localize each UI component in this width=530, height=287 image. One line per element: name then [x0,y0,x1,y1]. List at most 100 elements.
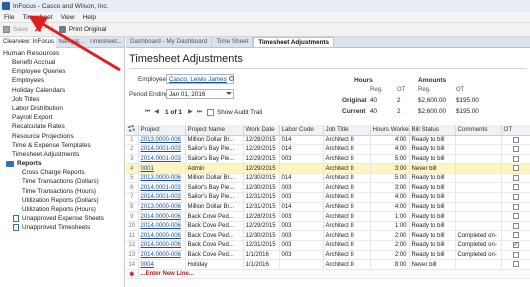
col-job-title[interactable]: Job Title [323,125,371,136]
hours-cell[interactable]: 2:00 [370,240,410,251]
ot-checkbox[interactable] [512,155,519,162]
hours-cell[interactable]: 4:00 [370,202,410,213]
ot-checkbox[interactable] [512,136,519,143]
work-date-cell[interactable]: 12/29/2015 [243,163,280,174]
hours-cell[interactable]: 1:00 [370,211,410,222]
ot-cell[interactable] [501,259,530,270]
labor-code-cell[interactable] [279,163,324,174]
project-cell[interactable]: 2014.0001-003 [138,154,186,165]
project-name-cell[interactable]: Holiday [185,259,244,270]
ot-checkbox[interactable] [512,232,519,239]
last-page-icon[interactable]: ⏭ [195,108,204,117]
col-bill-status[interactable]: Bill Status [409,125,456,136]
bill-status-cell[interactable]: Ready to bill [409,182,456,194]
job-title-cell[interactable]: Architect II [323,173,371,184]
work-date-cell[interactable]: 12/29/2015 [243,221,280,232]
sidebar-item-timesheet-adjustments[interactable]: Timesheet Adjustments [0,150,124,159]
col-ot[interactable]: OT [501,125,530,136]
project-link[interactable]: 0004 [141,262,154,268]
job-title-cell[interactable]: Architect II [323,221,371,232]
project-name-cell[interactable]: Sailor's Bay Pie... [185,154,244,165]
comments-cell[interactable] [455,154,502,165]
table-row[interactable]: 2 2014.0001-003 Sailor's Bay Pie... 12/28/2… [126,144,530,155]
col-project-name[interactable]: Project Name [185,125,244,136]
project-cell[interactable]: 2014.0001-003 [138,192,186,203]
project-cell[interactable]: 2014.0000-006 [138,230,186,242]
col-comments[interactable]: Comments [455,125,502,136]
table-row[interactable]: 4 0001 Admin 12/29/2015 Architect II 3:00 Neve… [126,163,530,174]
sidebar-item-employee-queries[interactable]: Employee Queries [0,67,124,76]
project-cell[interactable]: 2013.0000-006 [138,173,186,184]
employee-field[interactable]: Casco, Lewis James [166,74,234,84]
job-title-cell[interactable]: Architect II [323,192,371,203]
ot-cell[interactable] [501,250,530,261]
sidebar-item-recalculate-rates[interactable]: Recalculate Rates [0,122,124,131]
row-number[interactable]: 3 [126,154,139,165]
work-date-cell[interactable]: 12/31/2015 [243,240,280,251]
hours-cell[interactable]: 4:00 [370,192,410,203]
bill-status-cell[interactable]: Ready to bill [409,221,456,232]
hours-cell[interactable]: 3:00 [370,163,410,174]
project-name-cell[interactable]: Sailor's Bay Pie... [185,182,244,194]
sidebar-report-util-dollars[interactable]: Utilization Reports (Dollars) [0,196,124,205]
search-icon[interactable] [229,76,234,81]
comments-cell[interactable] [455,135,502,146]
bill-status-cell[interactable]: Ready to bill [409,173,456,184]
work-date-cell[interactable]: 12/29/2015 [243,154,280,165]
sidebar-item-job-titles[interactable]: Job Titles [0,95,124,104]
comments-cell[interactable] [455,173,502,184]
bill-status-cell[interactable]: Ready to bill [409,211,456,222]
ot-cell[interactable] [501,182,530,194]
labor-code-cell[interactable]: 003 [279,154,324,165]
row-number[interactable]: 4 [126,163,139,174]
sidebar-item-benefit-accrual[interactable]: Benefit Accrual [0,58,124,67]
sidebar-tab-navigator[interactable]: Navigat... [56,39,87,45]
comments-cell[interactable]: Completed on- [455,230,502,242]
row-number[interactable]: 2 [126,144,139,155]
table-row[interactable]: 1 2013.0000-006 Million Dollar Br... 12/28/… [126,135,530,146]
enter-new-line[interactable]: ...Enter New Line... [138,269,530,280]
project-name-cell[interactable]: Million Dollar Br... [185,135,244,146]
table-row[interactable]: 13 2014.0000-006 Back Cove Ped... 1/1/2016 0… [126,250,530,261]
sidebar-report-unapproved-expense[interactable]: Unapproved Expense Sheets [0,214,124,223]
sidebar-tab-timesheet[interactable]: Timesheet... [86,39,124,45]
comments-cell[interactable] [455,221,502,232]
sidebar-report-unapproved-timesheets[interactable]: Unapproved Timesheets [0,223,124,232]
sidebar-reports-folder[interactable]: Reports [0,159,124,168]
ot-checkbox[interactable] [512,194,519,201]
project-cell[interactable]: 2014.0000-006 [138,211,186,222]
col-hours-worked[interactable]: Hours Worked [370,125,410,136]
ot-checkbox[interactable] [512,184,519,191]
comments-cell[interactable] [455,192,502,203]
sidebar-report-time-dollars[interactable]: Time Transactions (Dollars) [0,177,124,186]
work-date-cell[interactable]: 1/1/2016 [243,250,280,261]
job-title-cell[interactable]: Architect II [323,202,371,213]
next-page-icon[interactable]: ▶ [186,108,195,117]
project-name-cell[interactable]: Back Cove Ped... [185,230,244,242]
ot-cell[interactable] [501,230,530,242]
table-row[interactable]: 3 2014.0001-003 Sailor's Bay Pie... 12/29/2… [126,154,530,165]
cancel-button[interactable]: ✕ [31,25,49,35]
project-link[interactable]: 2014.0000-006 [141,252,181,258]
ot-checkbox[interactable] [512,213,519,220]
project-name-cell[interactable]: Admin [185,163,244,174]
job-title-cell[interactable]: Architect II [323,163,371,174]
ot-cell[interactable] [501,173,530,184]
project-cell[interactable]: 2014.0000-006 [138,250,186,261]
tab-timesheet-adjustments[interactable]: Timesheet Adjustments [253,37,335,47]
job-title-cell[interactable]: Architect II [323,211,371,222]
labor-code-cell[interactable]: 014 [279,173,324,184]
gear-icon[interactable] [128,125,135,133]
sidebar-item-labor-distribution[interactable]: Labor Distribution [0,104,124,113]
col-project[interactable]: Project [138,125,186,136]
project-link[interactable]: 2014.0000-006 [141,242,181,248]
job-title-cell[interactable]: Architect II [323,135,371,146]
ot-checkbox[interactable] [512,251,519,258]
ot-cell[interactable] [501,240,530,251]
project-link[interactable]: 2014.0000-006 [141,223,181,229]
project-cell[interactable]: 0001 [138,163,186,174]
work-date-cell[interactable]: 12/30/2015 [243,182,280,194]
table-row[interactable]: 12 2014.0000-006 Back Cove Ped... 12/31/201… [126,240,530,251]
bill-status-cell[interactable]: Ready to bill [409,144,456,155]
hours-cell[interactable]: 5:00 [370,154,410,165]
